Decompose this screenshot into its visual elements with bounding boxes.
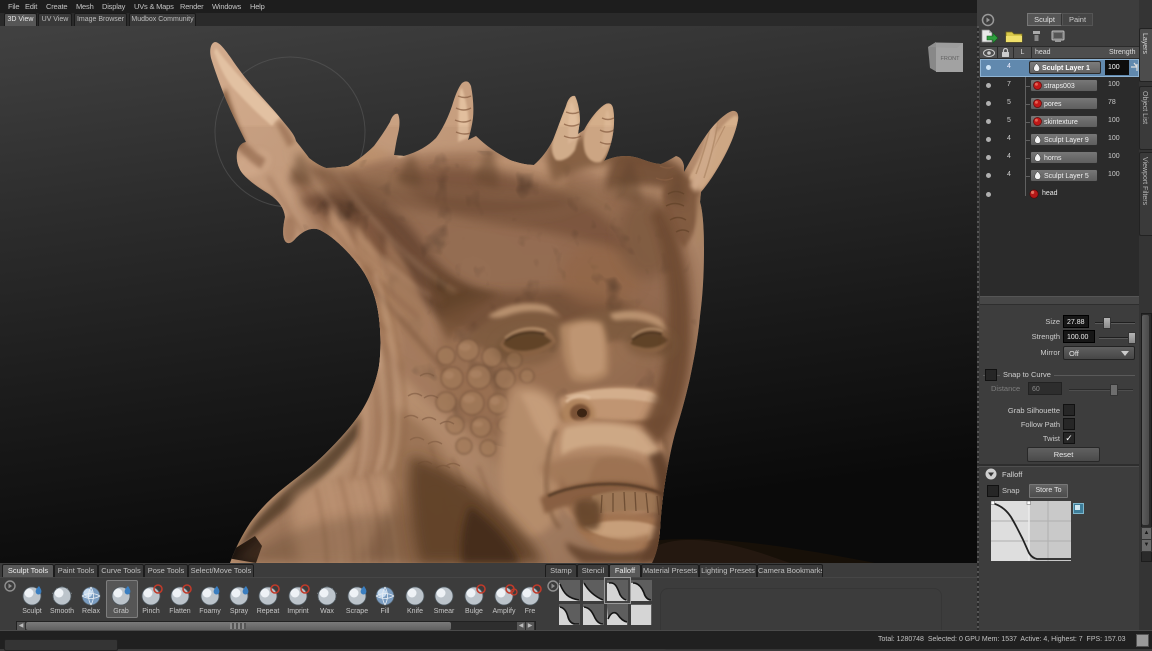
svg-text:FRONT: FRONT <box>941 56 961 62</box>
